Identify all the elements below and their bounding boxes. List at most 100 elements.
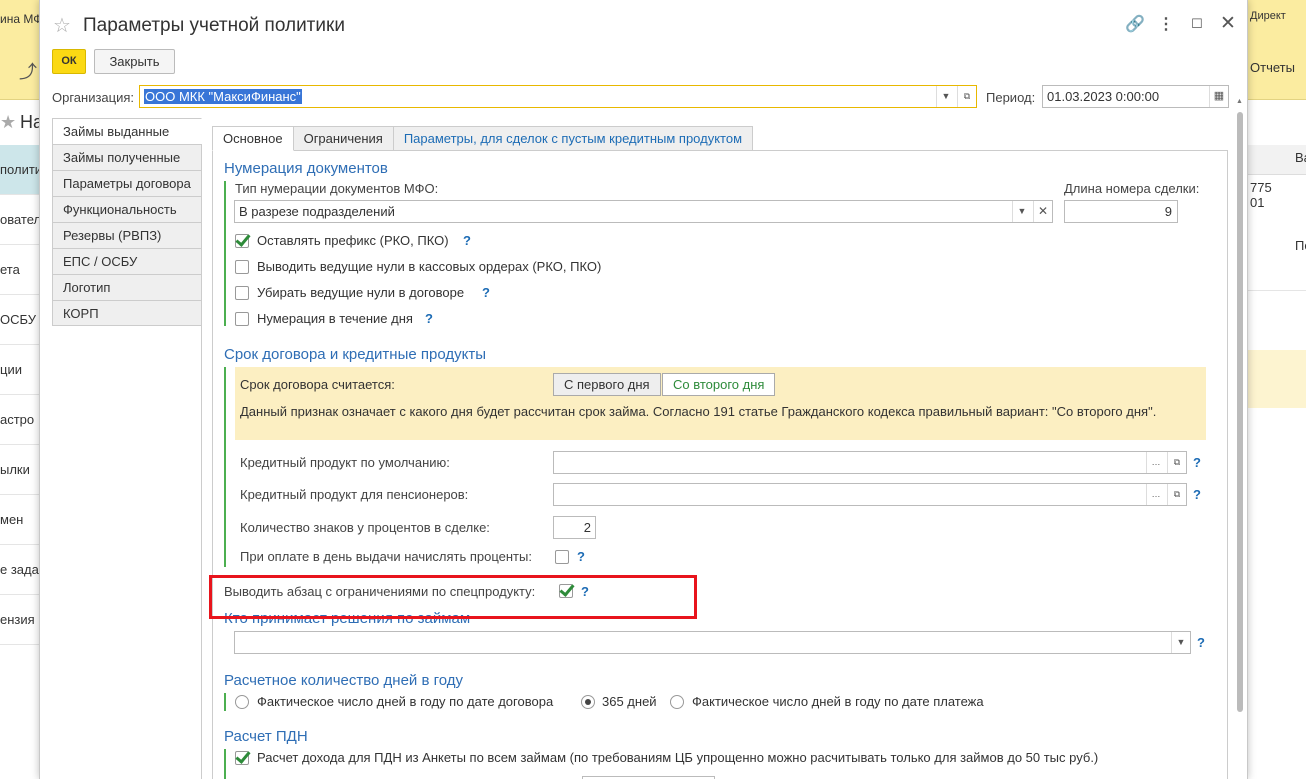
tab-empty-product-params[interactable]: Параметры, для сделок с пустым кредитным… xyxy=(393,126,754,151)
more-icon[interactable]: ⋮ xyxy=(1155,14,1177,34)
help-icon[interactable]: ? xyxy=(577,549,585,564)
tab-restrictions[interactable]: Ограничения xyxy=(293,126,394,151)
percent-digits-label: Количество знаков у процентов в сделке: xyxy=(240,520,490,535)
bg-nav-item[interactable]: ОСБУ xyxy=(0,295,40,345)
link-icon[interactable]: 🔗 xyxy=(1124,14,1146,34)
default-product-field[interactable]: … ⧉ xyxy=(553,451,1187,474)
bg-nav-item[interactable]: мен xyxy=(0,495,40,545)
maximize-icon[interactable]: ☐ xyxy=(1186,16,1208,32)
remove-zeros-contract-label: Убирать ведущие нули в договоре xyxy=(257,285,465,300)
organization-value: ООО МКК "МаксиФинанс" xyxy=(144,89,302,104)
background-right-panel: Ва 775 01 По xyxy=(1247,100,1306,779)
period-field[interactable]: 01.03.2023 0:00:00 ▦ xyxy=(1042,85,1229,108)
calendar-icon[interactable]: ▦ xyxy=(1209,86,1228,107)
bg-nav-item[interactable]: ции xyxy=(0,345,40,395)
open-icon[interactable]: ⧉ xyxy=(1167,452,1186,473)
bg-user-fragment: Директ xyxy=(1250,10,1286,22)
keep-prefix-checkbox[interactable] xyxy=(235,234,249,248)
term-note-text: Данный признак означает с какого дня буд… xyxy=(240,404,1157,419)
organization-field[interactable]: ООО МКК "МаксиФинанс" ▼ ⧉ xyxy=(139,85,977,108)
ok-button[interactable]: ОК xyxy=(52,49,86,74)
section-term-title: Срок договора и кредитные продукты xyxy=(224,346,486,363)
daily-numbering-label: Нумерация в течение дня xyxy=(257,311,413,326)
from-first-day-button[interactable]: С первого дня xyxy=(553,373,661,396)
pdn-income-label: Расчет дохода для ПДН из Анкеты по всем … xyxy=(257,750,1099,765)
help-icon[interactable]: ? xyxy=(425,311,433,326)
tab-functionality[interactable]: Функциональность xyxy=(52,196,202,222)
bg-nav-item[interactable]: ылки xyxy=(0,445,40,495)
tab-loans-issued[interactable]: Займы выданные xyxy=(52,118,202,144)
number-length-field[interactable]: 9 xyxy=(1064,200,1178,223)
chevron-down-icon[interactable]: ▼ xyxy=(1012,201,1031,222)
bg-cell-value: 775 xyxy=(1250,180,1272,195)
chevron-down-icon[interactable]: ▼ xyxy=(936,86,955,107)
term-counting-label: Срок договора считается: xyxy=(240,377,395,392)
tab-korp[interactable]: КОРП xyxy=(52,300,202,326)
tab-loans-received[interactable]: Займы полученные xyxy=(52,144,202,170)
bg-column-header: Ва xyxy=(1295,150,1306,165)
leading-zeros-cash-checkbox[interactable] xyxy=(235,260,249,274)
numbering-type-value: В разрезе подразделений xyxy=(239,204,395,219)
open-icon[interactable]: ⧉ xyxy=(1167,484,1186,505)
pdn-income-checkbox[interactable] xyxy=(235,751,249,765)
help-icon[interactable]: ? xyxy=(1197,635,1205,650)
tab-contract-params[interactable]: Параметры договора xyxy=(52,170,202,196)
trend-icon[interactable]: ⤴ xyxy=(19,58,37,84)
numbering-type-field[interactable]: В разрезе подразделений ▼ ✕ xyxy=(234,200,1053,223)
decision-maker-field[interactable]: ▼ xyxy=(234,631,1191,654)
tab-eps-osbu[interactable]: ЕПС / ОСБУ xyxy=(52,248,202,274)
bg-nav-item[interactable]: астро xyxy=(0,395,40,445)
percent-digits-field[interactable]: 2 xyxy=(553,516,596,539)
days-by-contract-radio[interactable] xyxy=(235,695,249,709)
accrue-interest-label: При оплате в день выдачи начислять проце… xyxy=(240,549,532,564)
left-tab-list: Займы выданные Займы полученные Параметр… xyxy=(52,118,202,326)
default-product-label: Кредитный продукт по умолчанию: xyxy=(240,455,450,470)
close-icon[interactable]: ✕ xyxy=(1217,12,1239,35)
pension-product-label: Кредитный продукт для пенсионеров: xyxy=(240,487,469,502)
help-icon[interactable]: ? xyxy=(1193,455,1201,470)
period-label: Период: xyxy=(986,90,1036,105)
bg-star-icon[interactable]: ★ xyxy=(0,112,16,133)
days-by-payment-radio[interactable] xyxy=(670,695,684,709)
number-length-label: Длина номера сделки: xyxy=(1064,181,1200,196)
vertical-scrollbar[interactable]: ▲ xyxy=(1235,98,1245,776)
tab-logo[interactable]: Логотип xyxy=(52,274,202,300)
organization-label: Организация: xyxy=(52,90,135,105)
section-numbering-title: Нумерация документов xyxy=(224,160,388,177)
help-icon[interactable]: ? xyxy=(1193,487,1201,502)
section-days-title: Расчетное количество дней в году xyxy=(224,672,464,689)
remove-zeros-contract-checkbox[interactable] xyxy=(235,286,249,300)
tab-reserves[interactable]: Резервы (РВПЗ) xyxy=(52,222,202,248)
reports-button[interactable]: Отчеты xyxy=(1250,60,1295,75)
leading-zeros-cash-label: Выводить ведущие нули в кассовых ордерах… xyxy=(257,259,602,274)
scroll-thumb[interactable] xyxy=(1237,112,1243,712)
highlight-annotation xyxy=(209,575,697,619)
open-icon[interactable]: ⧉ xyxy=(957,86,976,107)
close-button[interactable]: Закрыть xyxy=(94,49,175,74)
help-icon[interactable]: ? xyxy=(463,233,471,248)
daily-numbering-checkbox[interactable] xyxy=(235,312,249,326)
scroll-up-icon[interactable]: ▲ xyxy=(1236,98,1243,105)
pension-product-field[interactable]: … ⧉ xyxy=(553,483,1187,506)
clear-icon[interactable]: ✕ xyxy=(1033,201,1052,222)
keep-prefix-label: Оставлять префикс (РКО, ПКО) xyxy=(257,233,449,248)
tab-main[interactable]: Основное xyxy=(212,126,294,151)
bg-cell-value: 01 xyxy=(1250,195,1265,210)
settings-dialog: ☆ Параметры учетной политики 🔗 ⋮ ☐ ✕ ОК … xyxy=(39,0,1248,779)
bg-nav-item[interactable]: ета xyxy=(0,245,40,295)
chevron-down-icon[interactable]: ▼ xyxy=(1171,632,1190,653)
background-left-panel: ★ На полити ователи ета ОСБУ ции астро ы… xyxy=(0,100,43,779)
bg-nav-item[interactable]: ователи xyxy=(0,195,40,245)
bg-nav-item[interactable]: е зада xyxy=(0,545,40,595)
from-second-day-button[interactable]: Со второго дня xyxy=(662,373,776,396)
select-icon[interactable]: … xyxy=(1146,484,1165,505)
accrue-interest-checkbox[interactable] xyxy=(555,550,569,564)
numbering-type-label: Тип нумерации документов МФО: xyxy=(235,181,439,196)
bg-nav-item[interactable]: полити xyxy=(0,145,40,195)
days-365-radio[interactable] xyxy=(581,695,595,709)
bg-nav-item[interactable]: ензия xyxy=(0,595,40,645)
favorite-star-icon[interactable]: ☆ xyxy=(53,13,71,38)
dialog-title: Параметры учетной политики xyxy=(83,15,345,36)
select-icon[interactable]: … xyxy=(1146,452,1165,473)
help-icon[interactable]: ? xyxy=(482,285,490,300)
